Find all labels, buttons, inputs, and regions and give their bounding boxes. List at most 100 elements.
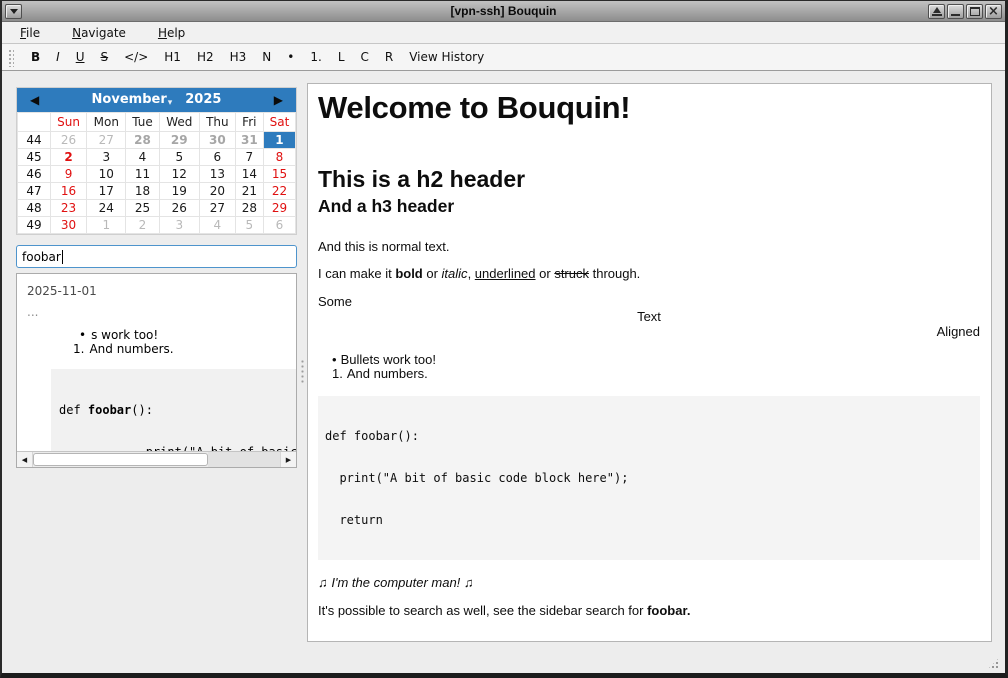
calendar-week-number: 48 xyxy=(18,200,51,217)
search-input-value: foobar xyxy=(22,250,61,264)
doc-code-block: def foobar(): print("A bit of basic code… xyxy=(318,396,980,560)
menu-navigate[interactable]: Navigate xyxy=(60,24,138,42)
maximize-icon xyxy=(970,7,980,16)
calendar-day[interactable]: 4 xyxy=(200,217,236,234)
toolbar-button-numbered-list[interactable]: 1. xyxy=(302,46,329,68)
maximize-button[interactable] xyxy=(966,4,983,19)
calendar-day[interactable]: 26 xyxy=(51,132,87,149)
calendar-day[interactable]: 4 xyxy=(126,149,159,166)
calendar-day[interactable]: 15 xyxy=(263,166,295,183)
calendar-day[interactable]: 18 xyxy=(126,183,159,200)
scrollbar-thumb[interactable] xyxy=(33,453,208,466)
toolbar-button-heading-3[interactable]: H3 xyxy=(222,46,255,68)
toolbar-button-view-history[interactable]: View History xyxy=(401,46,492,68)
search-input[interactable]: foobar xyxy=(16,245,297,268)
month-dropdown-icon[interactable]: ▾ xyxy=(168,98,173,108)
calendar-day[interactable]: 6 xyxy=(200,149,236,166)
code-line: print("A bit of basic code block here"); xyxy=(325,471,973,485)
calendar-day[interactable]: 5 xyxy=(159,149,199,166)
toolbar-button-bold[interactable]: B xyxy=(23,46,48,68)
calendar-day[interactable]: 11 xyxy=(126,166,159,183)
scroll-left-icon[interactable]: ◀ xyxy=(17,452,33,467)
document-editor[interactable]: Welcome to Bouquin! This is a h2 header … xyxy=(307,83,992,642)
shade-button[interactable] xyxy=(928,4,945,19)
code-line: def foobar(): xyxy=(59,403,294,417)
calendar-day[interactable]: 27 xyxy=(87,132,126,149)
scrollbar-track[interactable] xyxy=(208,452,280,467)
window-resize-grip[interactable] xyxy=(987,657,1000,670)
calendar-day[interactable]: 10 xyxy=(87,166,126,183)
toolbar-grip-handle[interactable] xyxy=(7,48,14,67)
toolbar-button-italic[interactable]: I xyxy=(48,46,68,68)
toolbar-button-align-right[interactable]: R xyxy=(377,46,401,68)
bold-sample: bold xyxy=(395,266,422,281)
calendar-week-number: 49 xyxy=(18,217,51,234)
calendar-year-label[interactable]: 2025 xyxy=(185,92,221,107)
calendar-day[interactable]: 26 xyxy=(159,200,199,217)
calendar-weekday-header xyxy=(18,113,51,132)
menu-help[interactable]: Help xyxy=(146,24,197,42)
search-result-date-link[interactable]: 2025-11-01 xyxy=(27,284,296,298)
calendar-day[interactable]: 2 xyxy=(126,217,159,234)
calendar-day[interactable]: 20 xyxy=(200,183,236,200)
calendar-day[interactable]: 29 xyxy=(263,200,295,217)
calendar-day[interactable]: 3 xyxy=(87,149,126,166)
calendar-day[interactable]: 1 xyxy=(263,132,295,149)
toolbar-button-align-center[interactable]: C xyxy=(353,46,377,68)
calendar-day[interactable]: 5 xyxy=(235,217,263,234)
calendar-day[interactable]: 25 xyxy=(126,200,159,217)
calendar-day[interactable]: 21 xyxy=(235,183,263,200)
calendar-day[interactable]: 30 xyxy=(200,132,236,149)
toolbar-button-underline[interactable]: U xyxy=(68,46,93,68)
toolbar-button-align-left[interactable]: L xyxy=(330,46,353,68)
calendar-weekday-header: Mon xyxy=(87,113,126,132)
sidebar-splitter[interactable] xyxy=(298,71,307,673)
calendar-day[interactable]: 30 xyxy=(51,217,87,234)
calendar-day[interactable]: 6 xyxy=(263,217,295,234)
doc-paragraph-normal: And this is normal text. xyxy=(318,239,980,254)
calendar-day[interactable]: 2 xyxy=(51,149,87,166)
horizontal-scrollbar[interactable]: ◀ ▶ xyxy=(17,451,296,467)
calendar-day[interactable]: 28 xyxy=(235,200,263,217)
calendar-day[interactable]: 3 xyxy=(159,217,199,234)
underline-sample: underlined xyxy=(475,266,536,281)
calendar-day[interactable]: 31 xyxy=(235,132,263,149)
calendar-day[interactable]: 8 xyxy=(263,149,295,166)
calendar-day[interactable]: 12 xyxy=(159,166,199,183)
calendar-week-number: 44 xyxy=(18,132,51,149)
doc-align-right-line: Aligned xyxy=(318,324,980,339)
toolbar-button-strikethrough[interactable]: S xyxy=(93,46,117,68)
calendar-day[interactable]: 29 xyxy=(159,132,199,149)
toolbar-button-bullet-list[interactable]: • xyxy=(279,46,302,68)
calendar-day[interactable]: 22 xyxy=(263,183,295,200)
calendar-day[interactable]: 7 xyxy=(235,149,263,166)
calendar-day[interactable]: 13 xyxy=(200,166,236,183)
calendar-day[interactable]: 9 xyxy=(51,166,87,183)
calendar-day[interactable]: 28 xyxy=(126,132,159,149)
toolbar-button-code[interactable]: </> xyxy=(116,46,156,68)
menu-file[interactable]: File xyxy=(8,24,52,42)
window-menu-button[interactable] xyxy=(5,4,22,19)
calendar-day[interactable]: 19 xyxy=(159,183,199,200)
calendar-week-number: 46 xyxy=(18,166,51,183)
toolbar-button-heading-1[interactable]: H1 xyxy=(156,46,189,68)
scroll-right-icon[interactable]: ▶ xyxy=(280,452,296,467)
calendar-day[interactable]: 23 xyxy=(51,200,87,217)
calendar-next-month-button[interactable]: ▶ xyxy=(261,88,296,112)
close-button[interactable]: × xyxy=(985,4,1002,19)
calendar-day[interactable]: 14 xyxy=(235,166,263,183)
calendar-month-label[interactable]: November xyxy=(92,92,167,107)
doc-align-center-line: Text xyxy=(318,309,980,324)
toolbar-button-normal-text[interactable]: N xyxy=(254,46,279,68)
search-results-panel[interactable]: 2025-11-01 ... •s work too! 1.And number… xyxy=(16,273,297,468)
toolbar-button-heading-2[interactable]: H2 xyxy=(189,46,222,68)
calendar-day[interactable]: 27 xyxy=(200,200,236,217)
titlebar[interactable]: [vpn-ssh] Bouquin × xyxy=(2,1,1005,22)
calendar-prev-month-button[interactable]: ◀ xyxy=(17,88,52,112)
minimize-button[interactable] xyxy=(947,4,964,19)
calendar-day[interactable]: 16 xyxy=(51,183,87,200)
calendar-week-number: 45 xyxy=(18,149,51,166)
calendar-day[interactable]: 17 xyxy=(87,183,126,200)
calendar-day[interactable]: 1 xyxy=(87,217,126,234)
calendar-day[interactable]: 24 xyxy=(87,200,126,217)
